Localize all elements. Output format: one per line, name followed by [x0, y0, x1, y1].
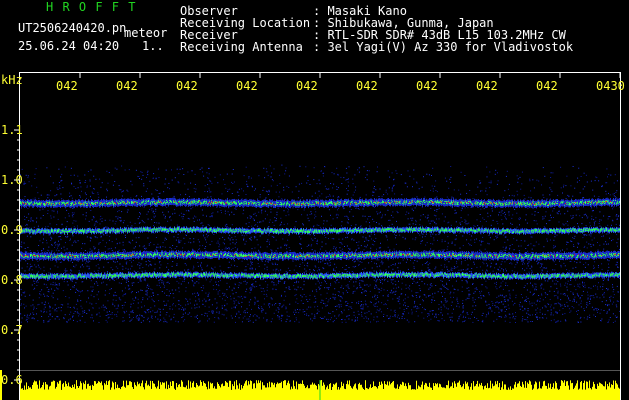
x-tick-label: 042	[176, 79, 198, 93]
signal-line	[20, 197, 620, 209]
axes: 1.1 1.0 0.9 0.8 0.7 0.6 042 042 042 042 042 042 042 0…	[1, 72, 625, 400]
x-tick-label: 042	[476, 79, 498, 93]
x-tick-label: 042	[416, 79, 438, 93]
spectrogram-view: 1.1 1.0 0.9 0.8 0.7 0.6 042 042 042 042 042 042 042 0…	[0, 0, 629, 400]
x-tick-label: 042	[116, 79, 138, 93]
x-tick-label: 0430	[596, 79, 625, 93]
y-tick-label: 1.1	[1, 123, 23, 137]
y-tick-label: 0.8	[1, 273, 23, 287]
y-tick-label: 0.9	[1, 223, 23, 237]
x-tick-label: 042	[296, 79, 318, 93]
y-axis-unit: kHz	[1, 73, 23, 87]
signal-line	[20, 250, 620, 261]
x-tick-label: 042	[356, 79, 378, 93]
y-tick-label: 0.6	[1, 373, 23, 387]
signal-line	[20, 271, 620, 280]
y-tick-label: 0.7	[1, 323, 23, 337]
spectrogram-signals	[20, 197, 620, 280]
power-strip	[0, 370, 620, 400]
x-tick-label: 042	[536, 79, 558, 93]
x-tick-label: 042	[56, 79, 78, 93]
y-tick-label: 1.0	[1, 173, 23, 187]
x-tick-label: 042	[236, 79, 258, 93]
spectrogram-noise	[20, 164, 621, 323]
